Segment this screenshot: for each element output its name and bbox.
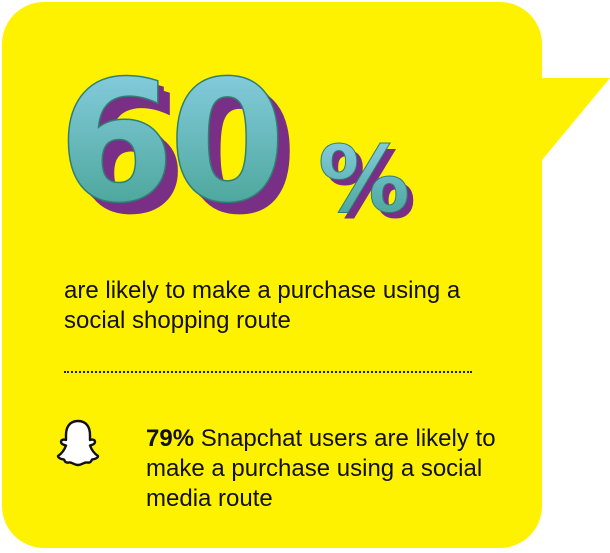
- snapchat-stat-highlight: 79%: [146, 425, 195, 452]
- snapchat-ghost-icon: [56, 419, 100, 467]
- stat-number: 60: [58, 44, 280, 240]
- stat-description: are likely to make a purchase using a so…: [64, 277, 461, 334]
- snapchat-stat-text: Snapchat users are likely to make a purc…: [146, 425, 496, 512]
- stat-percent: %: [318, 126, 410, 233]
- snapchat-stat: 79% Snapchat users are likely to make a …: [146, 424, 506, 514]
- big-stat: 60 60 60 % %: [57, 43, 416, 252]
- speech-bubble-tail: [520, 78, 610, 160]
- dotted-divider: [64, 371, 472, 373]
- stat-card: 60 60 60 % % are likely to make a purcha…: [0, 0, 610, 553]
